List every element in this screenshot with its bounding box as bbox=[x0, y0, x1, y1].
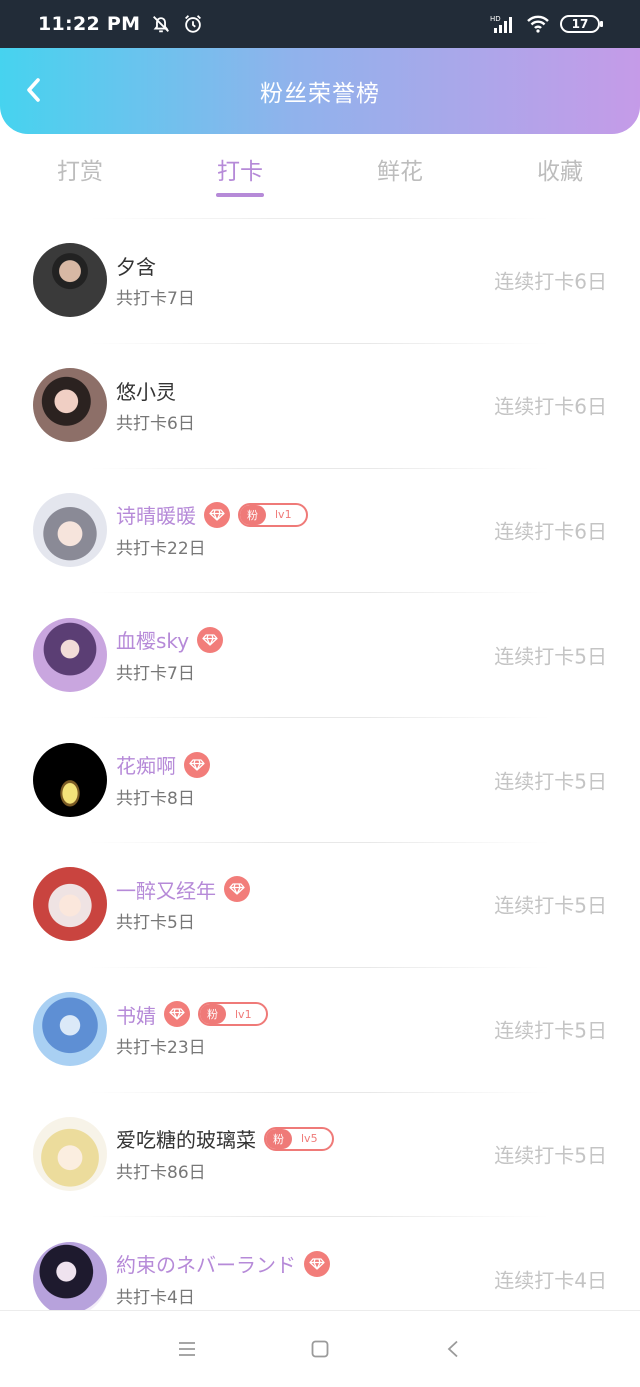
menu-icon bbox=[178, 1342, 195, 1356]
list-item[interactable]: 夕含 共打卡7日 连续打卡6日 bbox=[0, 218, 640, 343]
fan-list: 夕含 共打卡7日 连续打卡6日 悠小灵 共打卡6日 连续打卡6日 诗晴暖暖 粉 … bbox=[0, 218, 640, 1341]
list-item[interactable]: 书婧 粉 lv1 共打卡23日 连续打卡5日 bbox=[0, 966, 640, 1092]
fan-level-badge: 粉 lv1 bbox=[198, 1002, 268, 1027]
streak-text: 连续打卡5日 bbox=[494, 644, 607, 669]
tab-checkin[interactable]: 打卡 bbox=[160, 134, 320, 204]
avatar[interactable] bbox=[33, 1241, 107, 1316]
avatar[interactable] bbox=[33, 867, 107, 942]
user-name[interactable]: 約束のネバーランド bbox=[116, 1249, 296, 1278]
streak-text: 连续打卡5日 bbox=[494, 893, 607, 918]
fan-badge-label: 粉 bbox=[240, 504, 266, 525]
tab-label: 打卡 bbox=[217, 159, 263, 185]
tab-label: 鲜花 bbox=[377, 159, 423, 185]
user-name[interactable]: 爱吃糖的玻璃菜 bbox=[116, 1124, 256, 1153]
avatar[interactable] bbox=[33, 992, 107, 1067]
fan-level-badge: 粉 lv1 bbox=[238, 502, 308, 527]
diamond-icon bbox=[224, 876, 250, 903]
tab-favorites[interactable]: 收藏 bbox=[480, 134, 640, 204]
list-item[interactable]: 血樱sky 共打卡7日 连续打卡5日 bbox=[0, 592, 640, 717]
avatar[interactable] bbox=[33, 617, 107, 692]
diamond-icon bbox=[304, 1250, 330, 1277]
avatar[interactable] bbox=[33, 243, 107, 318]
total-checkins: 共打卡6日 bbox=[116, 414, 195, 435]
diamond-icon bbox=[197, 626, 224, 653]
streak-text: 连续打卡6日 bbox=[494, 394, 607, 419]
back-icon bbox=[447, 1340, 458, 1358]
user-name[interactable]: 悠小灵 bbox=[116, 376, 176, 405]
user-name[interactable]: 花痴啊 bbox=[116, 750, 176, 779]
chevron-left-icon bbox=[27, 78, 40, 102]
total-checkins: 共打卡22日 bbox=[116, 538, 206, 559]
user-name[interactable]: 一醉又经年 bbox=[116, 875, 216, 904]
streak-text: 连续打卡5日 bbox=[494, 769, 607, 794]
tab-flowers[interactable]: 鲜花 bbox=[320, 134, 480, 204]
streak-text: 连续打卡5日 bbox=[494, 1143, 607, 1168]
tab-label: 打赏 bbox=[57, 159, 103, 185]
signal-icon: HD bbox=[490, 14, 516, 34]
user-name[interactable]: 夕含 bbox=[116, 251, 156, 280]
avatar[interactable] bbox=[33, 742, 107, 817]
system-nav-bar bbox=[0, 1310, 640, 1387]
user-name[interactable]: 血樱sky bbox=[116, 625, 189, 654]
streak-text: 连续打卡4日 bbox=[494, 1268, 607, 1293]
avatar[interactable] bbox=[33, 492, 107, 567]
fan-badge-label: 粉 bbox=[266, 1128, 292, 1149]
streak-text: 连续打卡5日 bbox=[494, 1018, 607, 1043]
back-button[interactable] bbox=[20, 76, 48, 104]
tab-bar: 打赏 打卡 鲜花 收藏 bbox=[0, 134, 640, 204]
streak-text: 连续打卡6日 bbox=[494, 269, 607, 294]
fan-level-badge: 粉 lv5 bbox=[264, 1126, 334, 1151]
svg-text:HD: HD bbox=[490, 15, 501, 23]
avatar[interactable] bbox=[33, 368, 107, 443]
total-checkins: 共打卡86日 bbox=[116, 1162, 206, 1183]
user-name[interactable]: 书婧 bbox=[116, 1000, 156, 1029]
total-checkins: 共打卡23日 bbox=[116, 1038, 206, 1059]
wifi-icon bbox=[526, 14, 550, 34]
battery-indicator: 17 bbox=[560, 15, 603, 33]
list-item[interactable]: 爱吃糖的玻璃菜 粉 lv5 共打卡86日 连续打卡5日 bbox=[0, 1091, 640, 1217]
tab-label: 收藏 bbox=[537, 159, 583, 185]
tab-reward[interactable]: 打赏 bbox=[0, 134, 160, 204]
notifications-off-icon bbox=[150, 13, 172, 35]
home-button[interactable] bbox=[300, 1329, 340, 1369]
fan-badge-level: lv1 bbox=[235, 1007, 252, 1021]
fan-badge-level: lv5 bbox=[301, 1132, 318, 1146]
total-checkins: 共打卡4日 bbox=[116, 1287, 195, 1308]
list-item[interactable]: 一醉又经年 共打卡5日 连续打卡5日 bbox=[0, 841, 640, 967]
header: 粉丝荣誉榜 bbox=[0, 48, 640, 134]
diamond-icon bbox=[184, 751, 210, 778]
total-checkins: 共打卡5日 bbox=[116, 913, 195, 934]
status-bar: 11:22 PM HD 17 bbox=[0, 0, 640, 48]
home-square-icon bbox=[311, 1340, 329, 1358]
user-name[interactable]: 诗晴暖暖 bbox=[116, 500, 196, 529]
list-item[interactable]: 诗晴暖暖 粉 lv1 共打卡22日 连续打卡6日 bbox=[0, 467, 640, 593]
total-checkins: 共打卡8日 bbox=[116, 788, 195, 809]
page-title: 粉丝荣誉榜 bbox=[260, 81, 380, 107]
total-checkins: 共打卡7日 bbox=[116, 663, 195, 684]
back-nav-button[interactable] bbox=[433, 1329, 473, 1369]
avatar[interactable] bbox=[33, 1116, 107, 1191]
fan-badge-label: 粉 bbox=[200, 1004, 226, 1025]
menu-button[interactable] bbox=[167, 1329, 207, 1369]
list-item[interactable]: 花痴啊 共打卡8日 连续打卡5日 bbox=[0, 717, 640, 842]
total-checkins: 共打卡7日 bbox=[116, 289, 195, 310]
diamond-icon bbox=[204, 501, 230, 528]
alarm-icon bbox=[182, 13, 204, 35]
status-time: 11:22 PM bbox=[38, 13, 141, 35]
fan-badge-level: lv1 bbox=[275, 508, 292, 522]
list-item[interactable]: 悠小灵 共打卡6日 连续打卡6日 bbox=[0, 342, 640, 468]
streak-text: 连续打卡6日 bbox=[494, 519, 607, 544]
active-tab-indicator bbox=[216, 193, 264, 197]
diamond-icon bbox=[164, 1001, 190, 1028]
